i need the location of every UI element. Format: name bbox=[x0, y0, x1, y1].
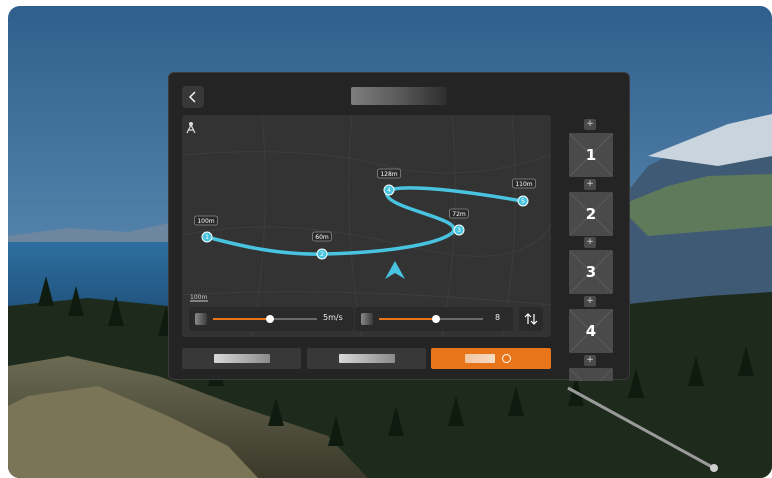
waypoint-altitude: 72m bbox=[452, 211, 466, 218]
add-waypoint-button[interactable]: + bbox=[584, 237, 596, 248]
route-map[interactable]: 100m 1 60m 2 72m 3 128m 4 110m 5 100m bbox=[182, 115, 551, 337]
add-waypoint-button[interactable]: + bbox=[584, 179, 596, 190]
swap-arrows-icon bbox=[524, 313, 538, 325]
route-planner-panel: 100m 1 60m 2 72m 3 128m 4 110m 5 100m 5m/s 8 bbox=[168, 72, 630, 381]
map-scale: 100m bbox=[190, 294, 208, 302]
add-waypoint-button[interactable]: + bbox=[584, 355, 596, 366]
waypoint-card-number: 4 bbox=[585, 322, 597, 340]
home-point-icon bbox=[186, 122, 196, 134]
waypoint-number: 5 bbox=[521, 198, 525, 205]
waypoint-number: 1 bbox=[205, 234, 209, 241]
waypoint-altitude: 128m bbox=[380, 171, 397, 178]
plus-icon: + bbox=[586, 296, 594, 306]
action-button-2-label bbox=[339, 354, 395, 363]
action-button-1[interactable] bbox=[182, 348, 301, 369]
waypoint-altitude: 110m bbox=[515, 181, 532, 188]
plus-icon: + bbox=[586, 355, 594, 365]
action-button-2[interactable] bbox=[307, 348, 426, 369]
action-button-1-label bbox=[214, 354, 270, 363]
screen: 100m 1 60m 2 72m 3 128m 4 110m 5 100m 5m/s 8 bbox=[8, 6, 772, 478]
waypoint-card-number: 3 bbox=[585, 263, 597, 281]
panel-header bbox=[169, 73, 629, 109]
speed-icon bbox=[195, 313, 207, 325]
flight-route bbox=[205, 186, 524, 256]
waypoint-number: 2 bbox=[320, 251, 324, 258]
placeholder-image-icon bbox=[569, 368, 613, 381]
plus-icon: + bbox=[586, 237, 594, 247]
speed-control: 5m/s bbox=[189, 307, 354, 331]
count-control: 8 bbox=[355, 307, 513, 331]
aircraft-arrow-icon bbox=[385, 261, 405, 279]
waypoint-card-3[interactable]: 3 bbox=[569, 250, 613, 294]
count-slider-thumb[interactable] bbox=[432, 315, 441, 323]
map-canvas: 100m 1 60m 2 72m 3 128m 4 110m 5 100m bbox=[182, 115, 551, 337]
add-waypoint-button[interactable]: + bbox=[584, 119, 596, 130]
speed-value: 5m/s bbox=[323, 313, 343, 322]
start-button[interactable] bbox=[431, 348, 551, 369]
count-value: 8 bbox=[495, 313, 501, 322]
map-roads bbox=[182, 115, 551, 337]
count-icon bbox=[361, 313, 373, 325]
waypoint-number: 3 bbox=[457, 227, 461, 234]
waypoint-altitude: 60m bbox=[315, 234, 329, 241]
waypoint-pin-4[interactable]: 128m 4 bbox=[377, 168, 401, 196]
add-waypoint-button[interactable]: + bbox=[584, 296, 596, 307]
waypoint-card-2[interactable]: 2 bbox=[569, 192, 613, 236]
count-slider-fill bbox=[379, 318, 437, 320]
back-button[interactable] bbox=[182, 86, 204, 108]
chevron-left-icon bbox=[189, 91, 196, 103]
start-button-label bbox=[465, 354, 495, 363]
speed-slider-thumb[interactable] bbox=[266, 315, 275, 323]
plus-icon: + bbox=[586, 119, 594, 129]
waypoint-pin-5[interactable]: 110m 5 bbox=[512, 178, 536, 207]
speed-slider-fill bbox=[213, 318, 271, 320]
waypoint-card-number: 2 bbox=[585, 205, 597, 223]
speed-slider[interactable] bbox=[213, 315, 317, 323]
count-slider[interactable] bbox=[379, 315, 483, 323]
swap-button[interactable] bbox=[519, 307, 543, 331]
circle-icon bbox=[502, 354, 511, 363]
waypoint-card-1[interactable]: 1 bbox=[569, 133, 613, 177]
waypoint-card-number: 1 bbox=[585, 146, 597, 164]
waypoint-card-5[interactable] bbox=[569, 368, 613, 381]
waypoint-card-4[interactable]: 4 bbox=[569, 309, 613, 353]
waypoint-altitude: 100m bbox=[197, 218, 214, 225]
waypoint-list: + 1 + 2 + 3 + 4 + bbox=[569, 119, 613, 381]
scale-label: 100m bbox=[190, 294, 207, 301]
waypoint-number: 4 bbox=[387, 187, 391, 194]
panel-title-placeholder bbox=[351, 87, 447, 105]
plus-icon: + bbox=[586, 179, 594, 189]
